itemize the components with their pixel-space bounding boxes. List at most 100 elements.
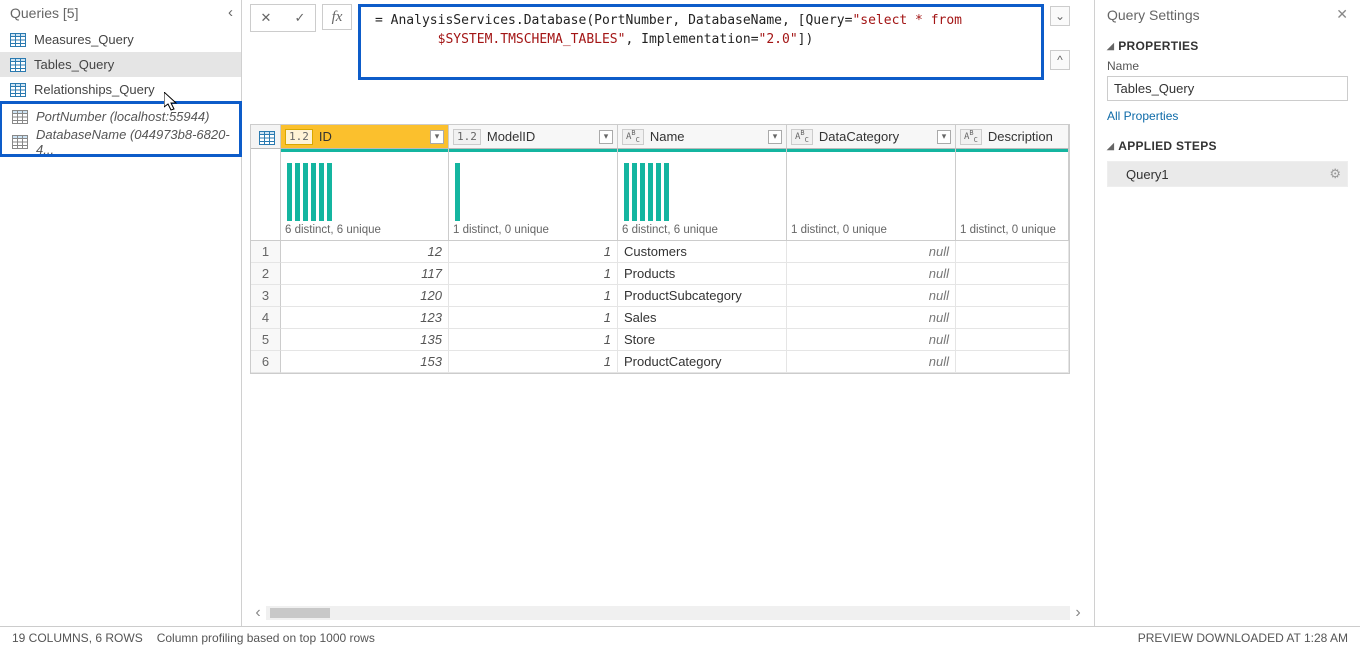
- formula-expand-icon[interactable]: ^: [1050, 50, 1070, 70]
- table-cell[interactable]: Customers: [618, 241, 787, 263]
- table-cell[interactable]: 1: [449, 329, 618, 351]
- table-cell[interactable]: null: [787, 241, 956, 263]
- data-grid: 1.2ID▾1.2ModelID▾ABCName▾ABCDataCategory…: [250, 124, 1070, 374]
- column-name: ModelID: [487, 129, 535, 144]
- query-item[interactable]: Relationships_Query: [0, 77, 241, 102]
- table-cell[interactable]: ProductCategory: [618, 351, 787, 373]
- scroll-left-icon[interactable]: ‹: [250, 604, 266, 622]
- applied-steps-section-header[interactable]: ◢ APPLIED STEPS: [1107, 139, 1348, 153]
- table-cell[interactable]: null: [787, 329, 956, 351]
- table-cell[interactable]: null: [787, 351, 956, 373]
- table-cell[interactable]: 1: [449, 285, 618, 307]
- table-row[interactable]: 41231Salesnull: [251, 307, 1069, 329]
- table-cell[interactable]: Sales: [618, 307, 787, 329]
- query-item[interactable]: DatabaseName (044973b8-6820-4...: [2, 129, 239, 154]
- datatype-number-icon: 1.2: [457, 130, 477, 143]
- column-distribution: 1 distinct, 0 unique: [787, 149, 956, 240]
- table-cell[interactable]: Store: [618, 329, 787, 351]
- table-cell[interactable]: 1: [449, 263, 618, 285]
- column-header[interactable]: 1.2 ModelID ▾: [449, 125, 618, 149]
- table-cell[interactable]: [956, 241, 1069, 263]
- applied-step[interactable]: Query1 ⚙: [1108, 162, 1347, 186]
- step-label: Query1: [1126, 167, 1169, 182]
- table-row[interactable]: 61531ProductCategorynull: [251, 351, 1069, 373]
- row-index-cell: 5: [251, 329, 281, 351]
- table-cell[interactable]: [956, 329, 1069, 351]
- query-item-label: Measures_Query: [34, 32, 134, 47]
- column-header[interactable]: ABCDataCategory▾: [787, 125, 956, 149]
- table-cell[interactable]: 123: [281, 307, 449, 329]
- table-cell[interactable]: 1: [449, 241, 618, 263]
- formula-action-group: ✕ ✓: [250, 4, 316, 32]
- datatype-text-icon: ABC: [964, 129, 978, 144]
- column-filter-dropdown-icon[interactable]: ▾: [937, 130, 951, 144]
- table-cell[interactable]: null: [787, 285, 956, 307]
- column-distribution: 1 distinct, 0 unique: [956, 149, 1069, 240]
- query-item[interactable]: PortNumber (localhost:55944): [2, 104, 239, 129]
- query-item-label: PortNumber (localhost:55944): [36, 109, 209, 124]
- table-cell[interactable]: 135: [281, 329, 449, 351]
- collapse-queries-icon[interactable]: ‹: [228, 4, 233, 21]
- distinct-stat: 6 distinct, 6 unique: [622, 221, 782, 236]
- table-cell[interactable]: [956, 307, 1069, 329]
- accept-formula-button[interactable]: ✓: [285, 7, 315, 29]
- distinct-stat: 1 distinct, 0 unique: [453, 221, 613, 236]
- query-settings-panel: Query Settings ✕ ◢ PROPERTIES Name All P…: [1094, 0, 1360, 626]
- table-cell[interactable]: ProductSubcategory: [618, 285, 787, 307]
- query-name-input[interactable]: [1107, 76, 1348, 101]
- column-header[interactable]: ABC Name ▾: [618, 125, 787, 149]
- table-row[interactable]: 51351Storenull: [251, 329, 1069, 351]
- column-header[interactable]: ABCDescription: [956, 125, 1069, 149]
- table-icon: [10, 33, 26, 47]
- collapse-steps-icon: ◢: [1107, 141, 1114, 152]
- table-cell[interactable]: 120: [281, 285, 449, 307]
- table-cell[interactable]: 117: [281, 263, 449, 285]
- datatype-number-icon: 1.2: [289, 130, 309, 143]
- column-filter-dropdown-icon[interactable]: ▾: [768, 130, 782, 144]
- row-index-header[interactable]: [251, 125, 281, 149]
- column-filter-dropdown-icon[interactable]: ▾: [599, 130, 613, 144]
- table-row[interactable]: 1121Customersnull: [251, 241, 1069, 263]
- distinct-stat: 6 distinct, 6 unique: [285, 221, 444, 236]
- column-filter-dropdown-icon[interactable]: ▾: [430, 130, 444, 144]
- status-bar: 19 COLUMNS, 6 ROWS Column profiling base…: [0, 626, 1360, 648]
- parameter-icon: [12, 110, 28, 124]
- query-item[interactable]: Tables_Query: [0, 52, 241, 77]
- table-cell[interactable]: Products: [618, 263, 787, 285]
- status-profiling: Column profiling based on top 1000 rows: [157, 631, 375, 645]
- table-cell[interactable]: null: [787, 263, 956, 285]
- column-header[interactable]: 1.2ID▾: [281, 125, 449, 149]
- query-item-label: DatabaseName (044973b8-6820-4...: [36, 127, 233, 157]
- editor-area: ✕ ✓ fx = AnalysisServices.Database(PortN…: [242, 0, 1094, 626]
- table-row[interactable]: 31201ProductSubcategorynull: [251, 285, 1069, 307]
- table-cell[interactable]: [956, 285, 1069, 307]
- table-cell[interactable]: null: [787, 307, 956, 329]
- close-settings-icon[interactable]: ✕: [1336, 6, 1348, 23]
- query-settings-title: Query Settings: [1107, 7, 1200, 23]
- table-cell[interactable]: 1: [449, 307, 618, 329]
- properties-section-header[interactable]: ◢ PROPERTIES: [1107, 39, 1348, 53]
- query-item[interactable]: Measures_Query: [0, 27, 241, 52]
- scroll-thumb[interactable]: [270, 608, 330, 618]
- formula-dropdown-icon[interactable]: ⌄: [1050, 6, 1070, 26]
- status-rowcount: 19 COLUMNS, 6 ROWS: [12, 631, 143, 645]
- query-item-label: Tables_Query: [34, 57, 114, 72]
- formula-input[interactable]: = AnalysisServices.Database(PortNumber, …: [358, 4, 1044, 80]
- horizontal-scrollbar[interactable]: ‹ ›: [250, 604, 1086, 622]
- table-cell[interactable]: 12: [281, 241, 449, 263]
- table-cell[interactable]: [956, 351, 1069, 373]
- table-row[interactable]: 21171Productsnull: [251, 263, 1069, 285]
- fx-button[interactable]: fx: [322, 4, 352, 30]
- formula-bar: ✕ ✓ fx = AnalysisServices.Database(PortN…: [242, 0, 1094, 80]
- cancel-formula-button[interactable]: ✕: [251, 7, 281, 29]
- gear-icon[interactable]: ⚙: [1329, 166, 1341, 182]
- table-cell[interactable]: 1: [449, 351, 618, 373]
- column-name: DataCategory: [819, 129, 899, 144]
- table-cell[interactable]: 153: [281, 351, 449, 373]
- column-name: Name: [650, 129, 685, 144]
- all-properties-link[interactable]: All Properties: [1107, 109, 1348, 123]
- scroll-track[interactable]: [266, 606, 1070, 620]
- datatype-text-icon: ABC: [626, 129, 640, 144]
- table-cell[interactable]: [956, 263, 1069, 285]
- scroll-right-icon[interactable]: ›: [1070, 604, 1086, 622]
